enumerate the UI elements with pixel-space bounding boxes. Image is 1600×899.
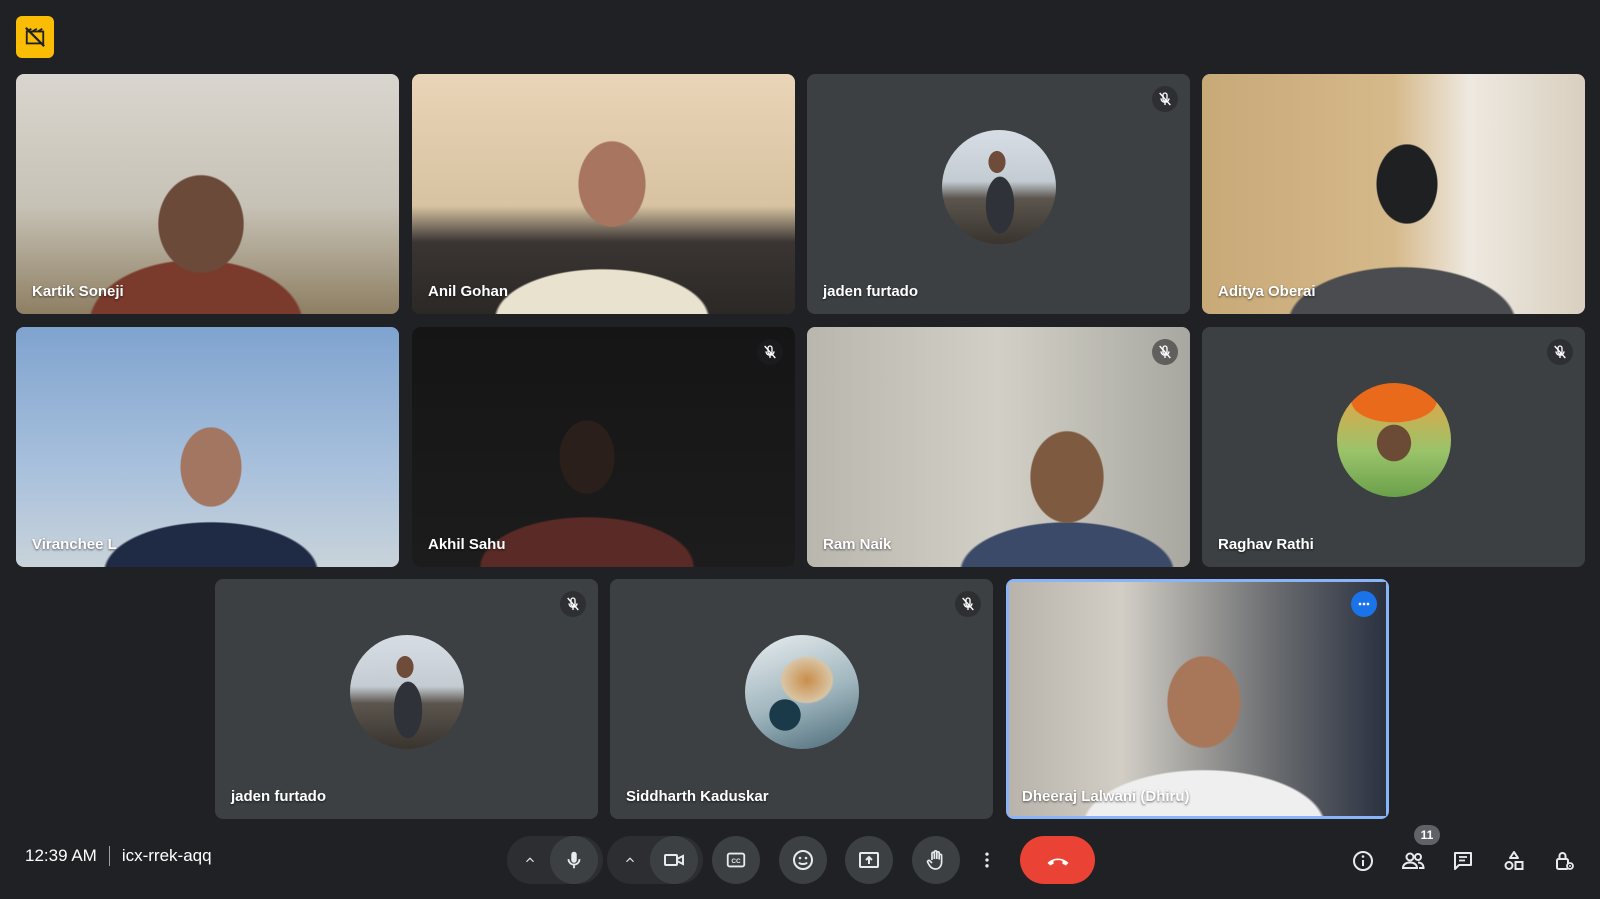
chevron-up-icon [626, 857, 634, 863]
end-call-icon [1047, 858, 1068, 866]
participant-tile-active-speaker[interactable]: Dheeraj Lalwani (Dhiru) [1006, 579, 1389, 819]
present-screen-icon [859, 852, 879, 868]
participant-video [1202, 74, 1585, 314]
activities-icon [1504, 851, 1524, 870]
participant-name: Siddharth Kaduskar [626, 788, 769, 805]
meeting-code: icx-rrek-aqq [121, 846, 212, 865]
participant-tile[interactable]: Kartik Soneji [16, 74, 399, 314]
emoji-icon [793, 850, 813, 870]
participant-tile[interactable]: Viranchee L [16, 327, 399, 567]
participant-tile[interactable]: Raghav Rathi [1202, 327, 1585, 567]
participant-avatar [744, 635, 859, 749]
activities-button[interactable] [1497, 844, 1531, 878]
more-vertical-icon [985, 852, 989, 868]
participant-tile[interactable]: Ram Naik [807, 327, 1190, 567]
mic-off-icon [1152, 339, 1178, 365]
people-icon [1401, 852, 1425, 869]
participant-tile[interactable]: Akhil Sahu [412, 327, 795, 567]
divider [108, 846, 110, 866]
people-button[interactable] [1396, 844, 1430, 878]
mic-options-button[interactable] [513, 843, 547, 877]
participant-name: Raghav Rathi [1218, 536, 1314, 553]
raise-hand-button[interactable] [912, 836, 960, 884]
mic-button[interactable] [550, 836, 598, 884]
participant-tile[interactable]: Anil Gohan [412, 74, 795, 314]
camera-options-button[interactable] [613, 843, 647, 877]
camera-icon [664, 854, 684, 866]
more-options-button[interactable] [967, 836, 1007, 884]
leave-call-button[interactable] [1020, 836, 1095, 884]
camera-button[interactable] [650, 836, 698, 884]
participant-tile[interactable]: Aditya Oberai [1202, 74, 1585, 314]
participant-name: Akhil Sahu [428, 536, 506, 553]
mic-off-icon [757, 339, 783, 365]
participant-video [1009, 582, 1386, 816]
participant-name: Viranchee L [32, 536, 117, 553]
mic-off-icon [560, 591, 586, 617]
mic-icon [567, 851, 581, 869]
participant-tile[interactable]: jaden furtado [215, 579, 598, 819]
meeting-info-button[interactable] [1346, 844, 1380, 878]
participant-tile[interactable]: jaden furtado [807, 74, 1190, 314]
no-recording-badge[interactable] [16, 16, 54, 58]
meeting-time: 12:39 AM [25, 846, 97, 865]
captions-icon: CC [726, 852, 746, 868]
mic-off-icon [1547, 339, 1573, 365]
participant-avatar [1336, 383, 1451, 497]
meeting-details: 12:39 AM icx-rrek-aqq [25, 844, 212, 868]
chat-icon [1454, 852, 1472, 870]
mic-off-icon [955, 591, 981, 617]
captions-button[interactable]: CC [712, 836, 760, 884]
participant-avatar [349, 635, 464, 749]
participant-name: Anil Gohan [428, 283, 508, 300]
participant-video [412, 327, 795, 567]
no-recording-icon [25, 27, 45, 47]
host-controls-button[interactable] [1547, 844, 1581, 878]
participant-name: jaden furtado [823, 283, 919, 300]
participant-count-badge: 11 [1414, 825, 1440, 845]
participant-avatar [941, 130, 1056, 244]
participant-video [412, 74, 795, 314]
host-controls-icon [1556, 852, 1574, 870]
participant-name: Kartik Soneji [32, 283, 124, 300]
participant-video [16, 327, 399, 567]
emoji-button[interactable] [779, 836, 827, 884]
chat-button[interactable] [1446, 844, 1480, 878]
info-icon [1353, 851, 1373, 871]
participant-options-button[interactable] [1351, 591, 1377, 617]
svg-text:CC: CC [731, 858, 741, 865]
participant-name: Ram Naik [823, 536, 892, 553]
raise-hand-icon [926, 850, 943, 870]
more-horizontal-icon [1358, 602, 1370, 606]
chevron-up-icon [526, 857, 534, 863]
participant-name: Dheeraj Lalwani (Dhiru) [1022, 788, 1190, 805]
participant-name: jaden furtado [231, 788, 327, 805]
participant-video [807, 327, 1190, 567]
participant-name: Aditya Oberai [1218, 283, 1316, 300]
present-button[interactable] [845, 836, 893, 884]
participant-video [16, 74, 399, 314]
participant-tile[interactable]: Siddharth Kaduskar [610, 579, 993, 819]
mic-off-icon [1152, 86, 1178, 112]
